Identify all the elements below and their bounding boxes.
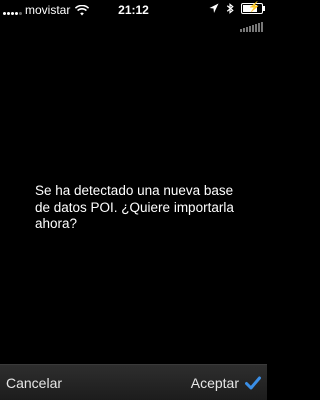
accept-button[interactable]: Aceptar	[191, 375, 261, 391]
battery-icon: ⚡	[241, 2, 265, 14]
accept-button-label: Aceptar	[190, 375, 239, 391]
bottom-toolbar: Cancelar Aceptar	[0, 364, 267, 400]
signal-bars-icon	[240, 22, 263, 32]
import-poi-message: Se ha detectado una nueva base de datos …	[35, 183, 234, 231]
location-arrow-icon	[209, 3, 219, 13]
status-second-row	[240, 22, 263, 32]
checkmark-icon	[245, 376, 261, 390]
cancel-button[interactable]: Cancelar	[6, 375, 62, 391]
charging-bolt-icon: ⚡	[248, 2, 261, 13]
status-right: ⚡	[209, 2, 265, 14]
status-bar: movistar 21:12 ⚡	[0, 0, 267, 32]
bluetooth-icon	[226, 3, 234, 14]
